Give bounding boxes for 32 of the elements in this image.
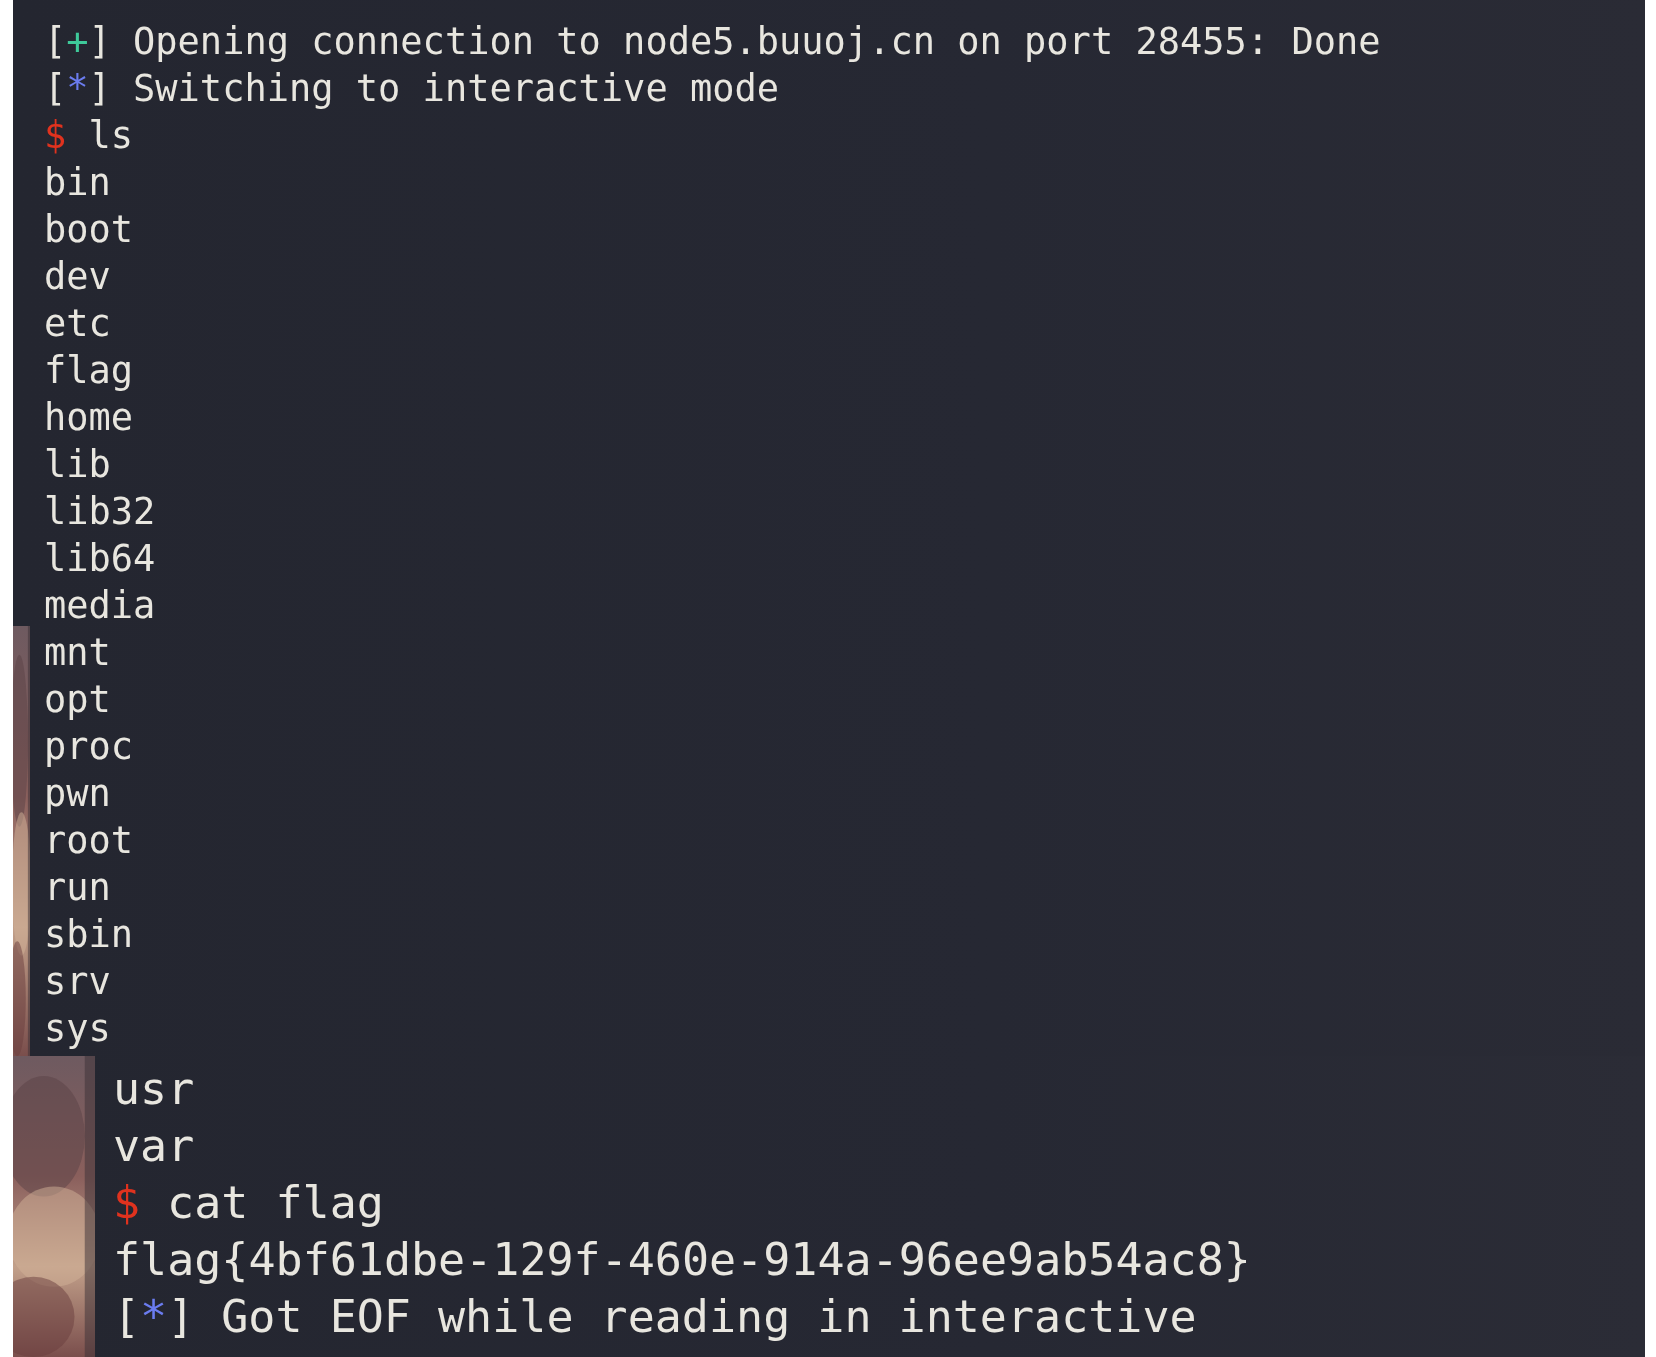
output-line: media — [44, 583, 156, 629]
status-marker: [*] — [44, 66, 111, 112]
output-line: etc — [44, 301, 111, 347]
output-line: mnt — [44, 630, 111, 676]
output-line: flag — [44, 348, 134, 394]
output-line: sbin — [44, 912, 134, 958]
output-line: dev — [44, 254, 111, 300]
output-line: bin — [44, 160, 111, 206]
output-line: proc — [44, 724, 134, 770]
prompt-symbol: $ — [44, 113, 67, 159]
output-line: lib — [44, 442, 111, 488]
command-text: cat flag — [167, 1175, 384, 1231]
command-text: ls — [88, 113, 134, 159]
status-message: Switching to interactive mode — [133, 66, 780, 112]
output-line: sys — [44, 1006, 111, 1052]
status-marker: [+] — [44, 19, 111, 65]
output-line: lib64 — [44, 536, 156, 582]
output-line: opt — [44, 677, 111, 723]
output-line: boot — [44, 207, 134, 253]
output-line: pwn — [44, 771, 111, 817]
status-message: Got EOF while reading in interactive — [221, 1289, 1197, 1345]
output-line: usr — [113, 1061, 195, 1117]
prompt-symbol: $ — [113, 1175, 141, 1231]
output-line: root — [44, 818, 134, 864]
status-message: Opening connection to node5.buuoj.cn on port 28455: Done — [133, 19, 1381, 65]
output-line: flag{4bf61dbe-129f-460e-914a-96ee9ab54ac8} — [113, 1232, 1251, 1288]
output-line: srv — [44, 959, 111, 1005]
output-line: lib32 — [44, 489, 156, 535]
output-line: run — [44, 865, 111, 911]
status-marker: [*] — [113, 1289, 195, 1345]
output-line: home — [44, 395, 134, 441]
output-line: var — [113, 1118, 195, 1174]
